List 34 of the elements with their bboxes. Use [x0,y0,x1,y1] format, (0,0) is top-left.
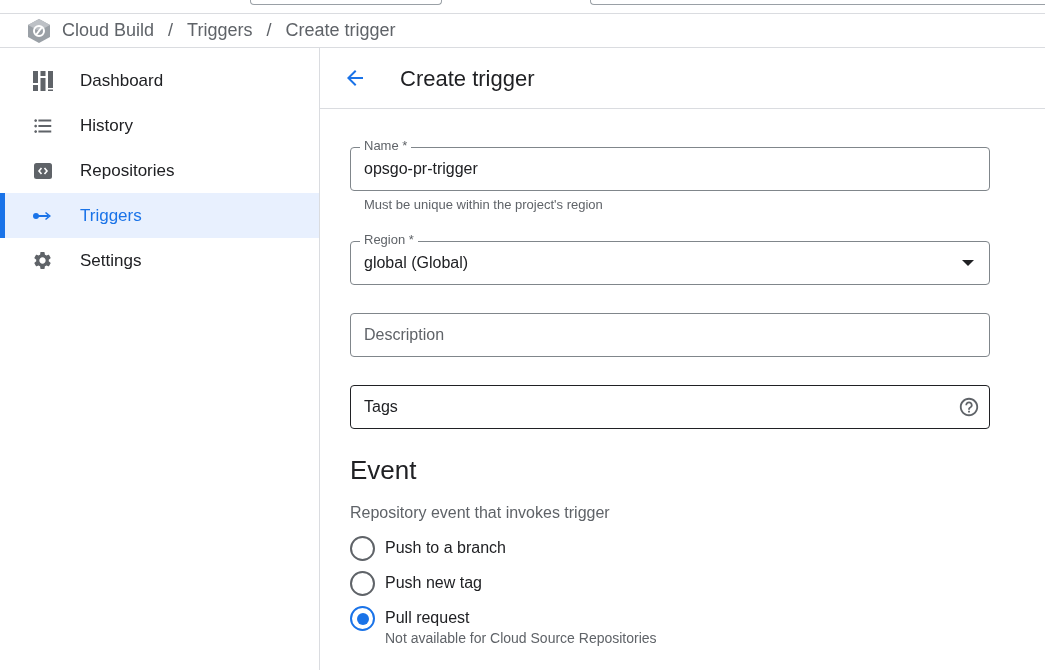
field-hint: Must be unique within the project's region [363,196,604,213]
arrow-dot-icon [33,210,52,221]
breadcrumb-separator: / [167,19,175,42]
sidebar-item[interactable]: Settings [0,238,319,283]
radio-label: Pull request [385,608,471,628]
field-placeholder: Tags [364,397,399,417]
dropdown-caret-icon [962,260,974,266]
code-icon [33,162,52,179]
radio-hint: Not available for Cloud Source Repositories [385,630,657,646]
breadcrumb-link[interactable]: Create trigger [285,17,396,44]
settings-icon [32,250,53,271]
hexagon-logo-icon [26,17,52,44]
help-icon[interactable] [958,396,980,418]
radio-button[interactable] [350,606,375,631]
top-bar-field[interactable] [250,0,442,5]
breadcrumb-link[interactable]: Cloud Build [62,17,155,44]
section-heading: Event [350,454,418,487]
sidebar-item[interactable]: Triggers [0,193,319,238]
section-description: Repository event that invokes trigger [350,503,611,523]
breadcrumb-link[interactable]: Triggers [187,17,253,44]
sidebar-item[interactable]: History [0,103,319,148]
radio-label: Push to a branch [385,538,506,558]
field-value: global (Global) [364,253,470,273]
breadcrumb-separator: / [265,19,273,42]
radio-button[interactable] [350,571,375,596]
radio-button[interactable] [350,536,375,561]
sidebar-item[interactable]: Dashboard [0,58,319,103]
field-value: opsgo-pr-trigger [364,159,479,179]
top-bar-search-field[interactable] [590,0,1045,5]
sidebar-item[interactable]: Repositories [0,148,319,193]
page-title: Create trigger [400,64,535,93]
field-placeholder: Description [364,325,446,345]
dashboard-icon [32,70,53,91]
radio-label: Push new tag [385,573,482,593]
